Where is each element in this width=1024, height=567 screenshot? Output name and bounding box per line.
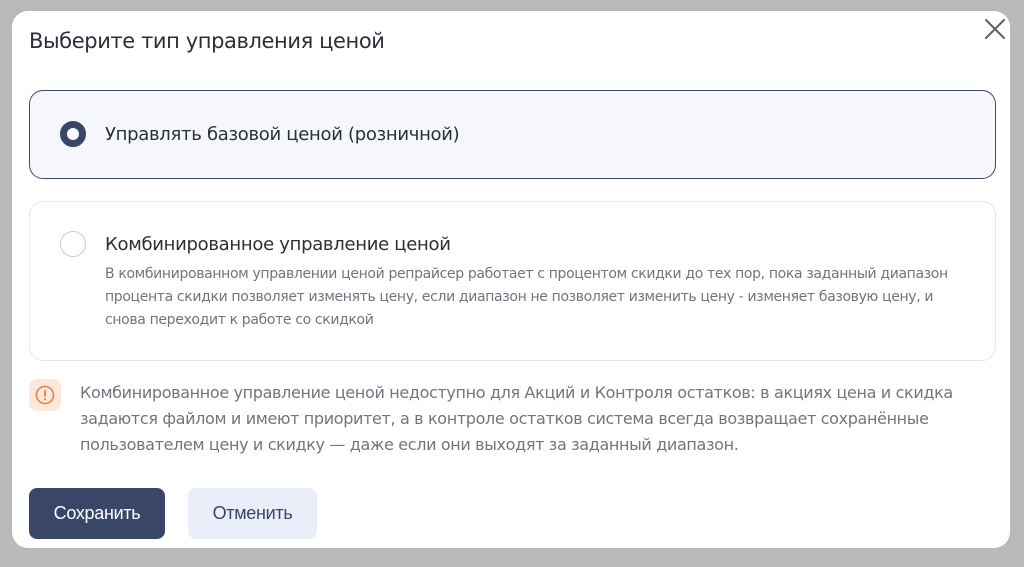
radio-unselected-icon[interactable] <box>60 231 86 257</box>
cancel-button[interactable]: Отменить <box>188 488 317 539</box>
option-combined-price[interactable]: Комбинированное управление ценой В комби… <box>29 201 996 361</box>
save-button[interactable]: Сохранить <box>29 488 165 539</box>
option-label: Управлять базовой ценой (розничной) <box>105 124 460 145</box>
option-description: В комбинированном управлении ценой репра… <box>105 266 948 328</box>
notice-text: Комбинированное управление ценой недосту… <box>80 383 953 454</box>
dialog-title: Выберите тип управления ценой <box>29 29 385 53</box>
radio-selected-icon[interactable] <box>60 121 86 147</box>
option-label: Комбинированное управление ценой <box>105 234 451 255</box>
price-management-dialog: Выберите тип управления ценой Управлять … <box>12 11 1010 548</box>
close-icon[interactable] <box>983 17 1007 41</box>
alert-circle-icon <box>29 379 61 411</box>
option-base-price[interactable]: Управлять базовой ценой (розничной) <box>29 90 996 179</box>
